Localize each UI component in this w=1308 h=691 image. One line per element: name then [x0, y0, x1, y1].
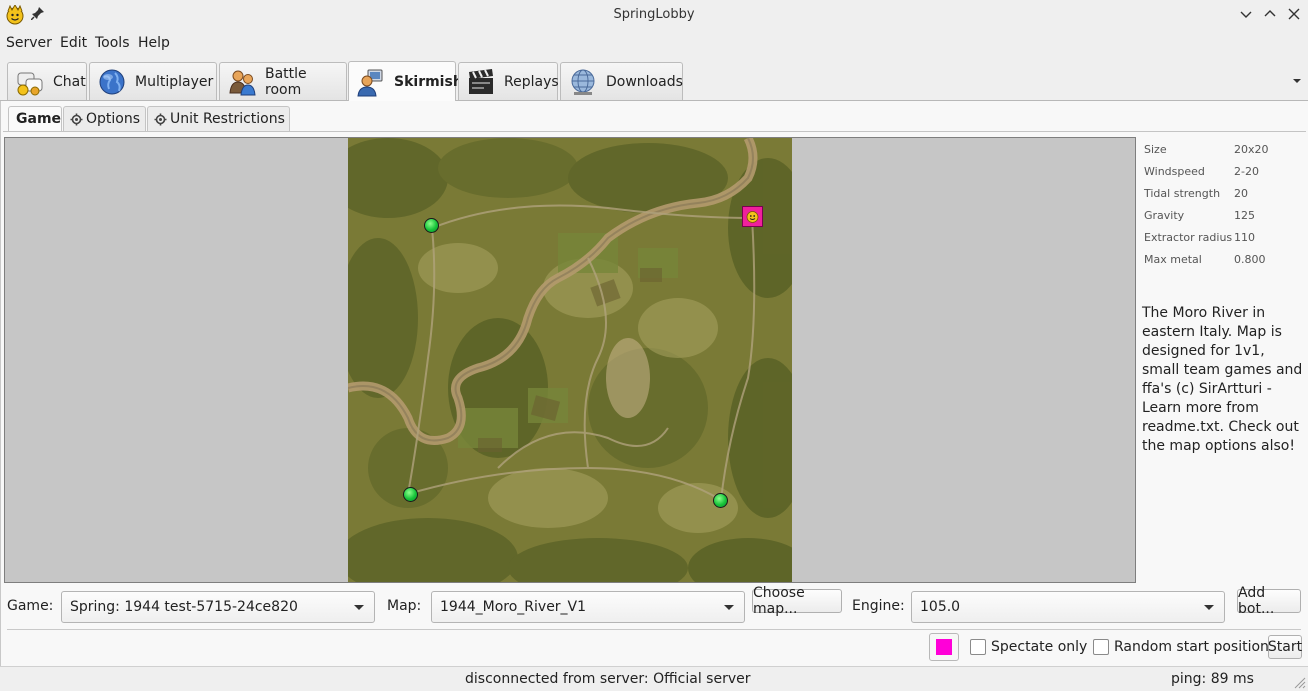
spectate-only-label[interactable]: Spectate only — [991, 639, 1087, 655]
title-bar: SpringLobby — [0, 0, 1308, 30]
engine-label: Engine: — [852, 598, 905, 614]
tab-battle-room[interactable]: Battle room — [219, 62, 347, 100]
gear-icon — [70, 113, 83, 125]
ping-status: ping: 89 ms — [1171, 671, 1254, 687]
users-icon — [229, 70, 256, 95]
player-face-icon — [746, 211, 759, 223]
map-info-row: Tidal strength 20 — [1144, 187, 1304, 209]
subtab-divider — [3, 131, 1306, 132]
map-info-key: Max metal — [1144, 253, 1202, 266]
map-select-value: 1944_Moro_River_V1 — [440, 599, 587, 615]
map-info-key: Extractor radius — [1144, 231, 1233, 244]
engine-select-value: 105.0 — [920, 599, 961, 615]
start-position-marker[interactable] — [424, 218, 439, 233]
map-info-row: Gravity 125 — [1144, 209, 1304, 231]
maximize-icon[interactable] — [1262, 6, 1278, 22]
close-icon[interactable] — [1286, 6, 1302, 22]
subtab-unit-restrictions[interactable]: Unit Restrictions — [147, 106, 290, 131]
map-info-value: 20 — [1234, 187, 1248, 200]
map-info-value: 0.800 — [1234, 253, 1266, 266]
map-description: The Moro River in eastern Italy. Map is … — [1142, 305, 1303, 454]
random-start-checkbox[interactable] — [1093, 639, 1109, 655]
resize-grip-icon[interactable] — [1292, 675, 1306, 689]
subtab-options[interactable]: Options — [63, 106, 146, 131]
start-position-marker[interactable] — [713, 493, 728, 508]
tab-downloads[interactable]: Downloads — [560, 62, 683, 100]
player-color-swatch — [936, 639, 952, 655]
menu-server[interactable]: Server — [6, 35, 52, 51]
map-info-value: 20x20 — [1234, 143, 1269, 156]
gear-icon — [154, 113, 167, 125]
tab-multiplayer-label: Multiplayer — [135, 73, 214, 90]
game-select[interactable]: Spring: 1944 test-5715-24ce820 — [61, 591, 375, 623]
minimap-terrain — [348, 138, 792, 582]
chevron-down-icon — [724, 605, 734, 610]
menu-edit[interactable]: Edit — [60, 35, 87, 51]
subtab-options-label: Options — [86, 111, 141, 127]
player-color-button[interactable] — [929, 633, 959, 661]
tab-battle-room-label: Battle room — [265, 65, 307, 98]
tab-replays[interactable]: Replays — [458, 62, 559, 100]
subtab-game-label: Game — [16, 111, 62, 127]
menu-help[interactable]: Help — [138, 35, 170, 51]
choose-map-button[interactable]: Choose map... — [752, 585, 842, 617]
window-title: SpringLobby — [613, 7, 695, 22]
subtab-unit-restrictions-label: Unit Restrictions — [170, 111, 285, 127]
map-info-key: Tidal strength — [1144, 187, 1221, 200]
start-button[interactable]: Start — [1268, 635, 1302, 659]
main-tab-bar: Chat Multiplayer Battle room Skirmish Re… — [0, 60, 1308, 101]
engine-select[interactable]: 105.0 — [911, 591, 1225, 623]
map-info-key: Windspeed — [1144, 165, 1205, 178]
map-info-row: Max metal 0.800 — [1144, 253, 1304, 275]
chevron-down-icon — [1204, 605, 1214, 610]
globe-icon — [99, 69, 125, 94]
player-start-marker[interactable] — [742, 206, 763, 227]
connection-status: disconnected from server: Official serve… — [465, 671, 751, 687]
map-info-value: 2-20 — [1234, 165, 1259, 178]
menu-tools[interactable]: Tools — [95, 35, 130, 51]
chevron-down-icon — [354, 605, 364, 610]
tab-multiplayer[interactable]: Multiplayer — [89, 62, 217, 100]
tab-replays-label: Replays — [504, 73, 559, 90]
minimap-panel — [4, 137, 1136, 583]
tab-list-menu-icon[interactable] — [1292, 77, 1302, 85]
start-position-marker[interactable] — [403, 487, 418, 502]
map-info-row: Windspeed 2-20 — [1144, 165, 1304, 187]
game-select-value: Spring: 1944 test-5715-24ce820 — [70, 599, 298, 615]
add-bot-button[interactable]: Add bot... — [1237, 585, 1301, 617]
map-info-row: Size 20x20 — [1144, 143, 1304, 165]
map-info-row: Extractor radius 110 — [1144, 231, 1304, 253]
map-select[interactable]: 1944_Moro_River_V1 — [431, 591, 745, 623]
tab-chat-label: Chat — [53, 73, 86, 90]
map-info-key: Size — [1144, 143, 1167, 156]
clapperboard-icon — [469, 68, 493, 94]
map-info-value: 125 — [1234, 209, 1255, 222]
minimize-icon[interactable] — [1238, 6, 1254, 22]
skirmish-user-icon — [357, 69, 383, 96]
subtab-game[interactable]: Game — [8, 106, 62, 131]
random-start-label[interactable]: Random start positions — [1114, 639, 1276, 655]
tab-downloads-label: Downloads — [606, 73, 683, 90]
game-label: Game: — [7, 598, 54, 614]
tab-chat[interactable]: Chat — [7, 62, 87, 100]
tab-skirmish[interactable]: Skirmish — [348, 61, 463, 101]
minimap-image[interactable] — [348, 138, 792, 582]
menu-bar: Server Edit Tools Help — [0, 33, 1308, 55]
download-globe-icon — [571, 69, 595, 95]
controls-divider — [7, 629, 1301, 630]
map-info-table: Size 20x20 Windspeed 2-20 Tidal strength… — [1144, 143, 1304, 275]
chat-icon — [17, 72, 43, 95]
spectate-only-checkbox[interactable] — [970, 639, 986, 655]
map-info-key: Gravity — [1144, 209, 1185, 222]
map-info-value: 110 — [1234, 231, 1255, 244]
status-bar: disconnected from server: Official serve… — [0, 666, 1308, 691]
map-label: Map: — [387, 598, 422, 614]
tab-skirmish-label: Skirmish — [394, 73, 463, 90]
